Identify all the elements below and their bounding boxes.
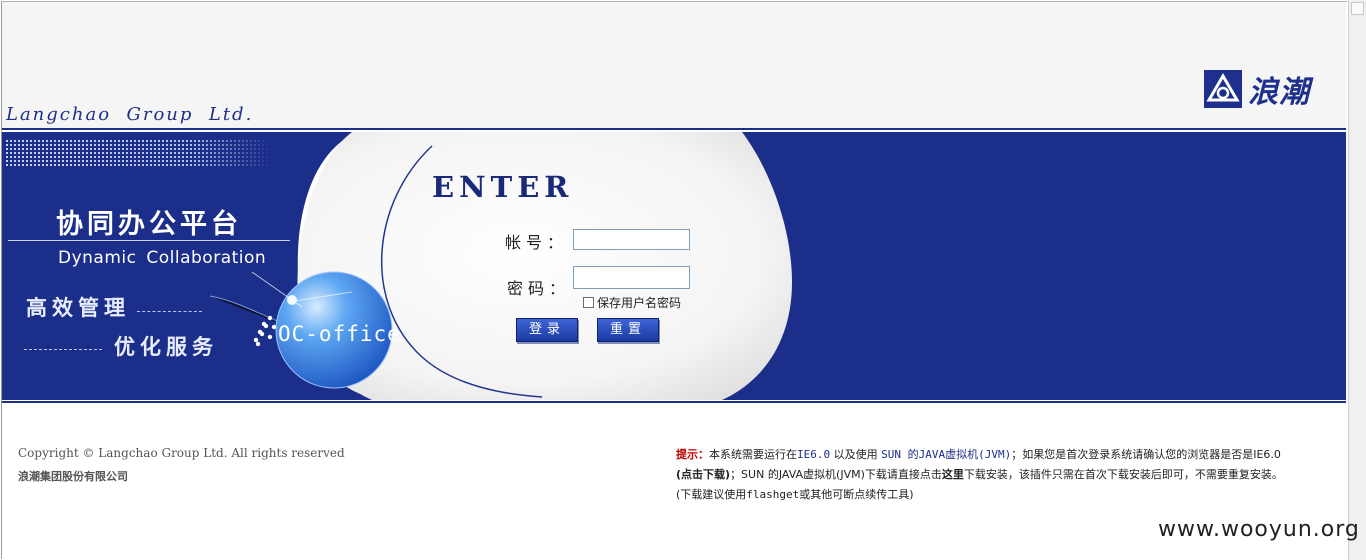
ie-version: IE6.0 <box>797 448 831 461</box>
remember-credentials[interactable]: 保存用户名密码 <box>583 294 681 311</box>
login-button[interactable]: 登录 <box>516 318 578 342</box>
company-name-cn: 浪潮集团股份有限公司 <box>18 470 128 483</box>
slogan-dash-1 <box>137 311 202 312</box>
login-title: ENTER <box>432 170 574 204</box>
product-label: OC-office <box>278 322 401 346</box>
copyright-text: Copyright © Langchao Group Ltd. All righ… <box>18 446 345 460</box>
vertical-scrollbar[interactable] <box>1348 0 1366 560</box>
jvm-download-here-link[interactable]: 这里 <box>942 468 964 481</box>
banner-bottom-divider <box>2 401 1346 403</box>
slogan-efficient-management: 高效管理 <box>26 296 130 320</box>
header: Langchao Group Ltd. 浪潮 <box>2 2 1346 128</box>
username-label: 帐号： <box>505 233 569 252</box>
remember-checkbox[interactable] <box>583 297 594 308</box>
banner-title-cn: 协同办公平台 <box>56 209 242 240</box>
logo: 浪潮 <box>1204 70 1310 110</box>
header-divider <box>2 128 1346 130</box>
slogan-dash-2 <box>24 349 102 350</box>
slogan-optimized-service: 优化服务 <box>114 335 218 359</box>
password-input[interactable] <box>573 266 690 289</box>
ie-download-link[interactable]: (点击下载) <box>676 468 730 481</box>
username-input[interactable] <box>573 229 690 250</box>
banner-title-en: Dynamic Collaboration <box>58 248 267 268</box>
dot-pattern <box>6 138 272 168</box>
password-label: 密码： <box>507 279 571 298</box>
reset-button[interactable]: 重置 <box>597 318 659 342</box>
scroll-up-arrow[interactable] <box>1351 2 1364 15</box>
remember-label: 保存用户名密码 <box>597 296 682 310</box>
tip-label: 提示： <box>676 448 709 461</box>
logo-text: 浪潮 <box>1248 75 1310 110</box>
logo-mark-icon <box>1204 70 1242 108</box>
jvm-link[interactable]: SUN 的JAVA虚拟机(JVM) <box>881 448 1011 461</box>
banner-divider <box>8 240 290 241</box>
company-name: Langchao Group Ltd. <box>6 104 254 125</box>
watermark: www.wooyun.org <box>1158 517 1360 542</box>
tip-text: 提示：本系统需要运行在IE6.0 以及使用 SUN 的JAVA虚拟机(JVM)；… <box>676 448 1283 501</box>
